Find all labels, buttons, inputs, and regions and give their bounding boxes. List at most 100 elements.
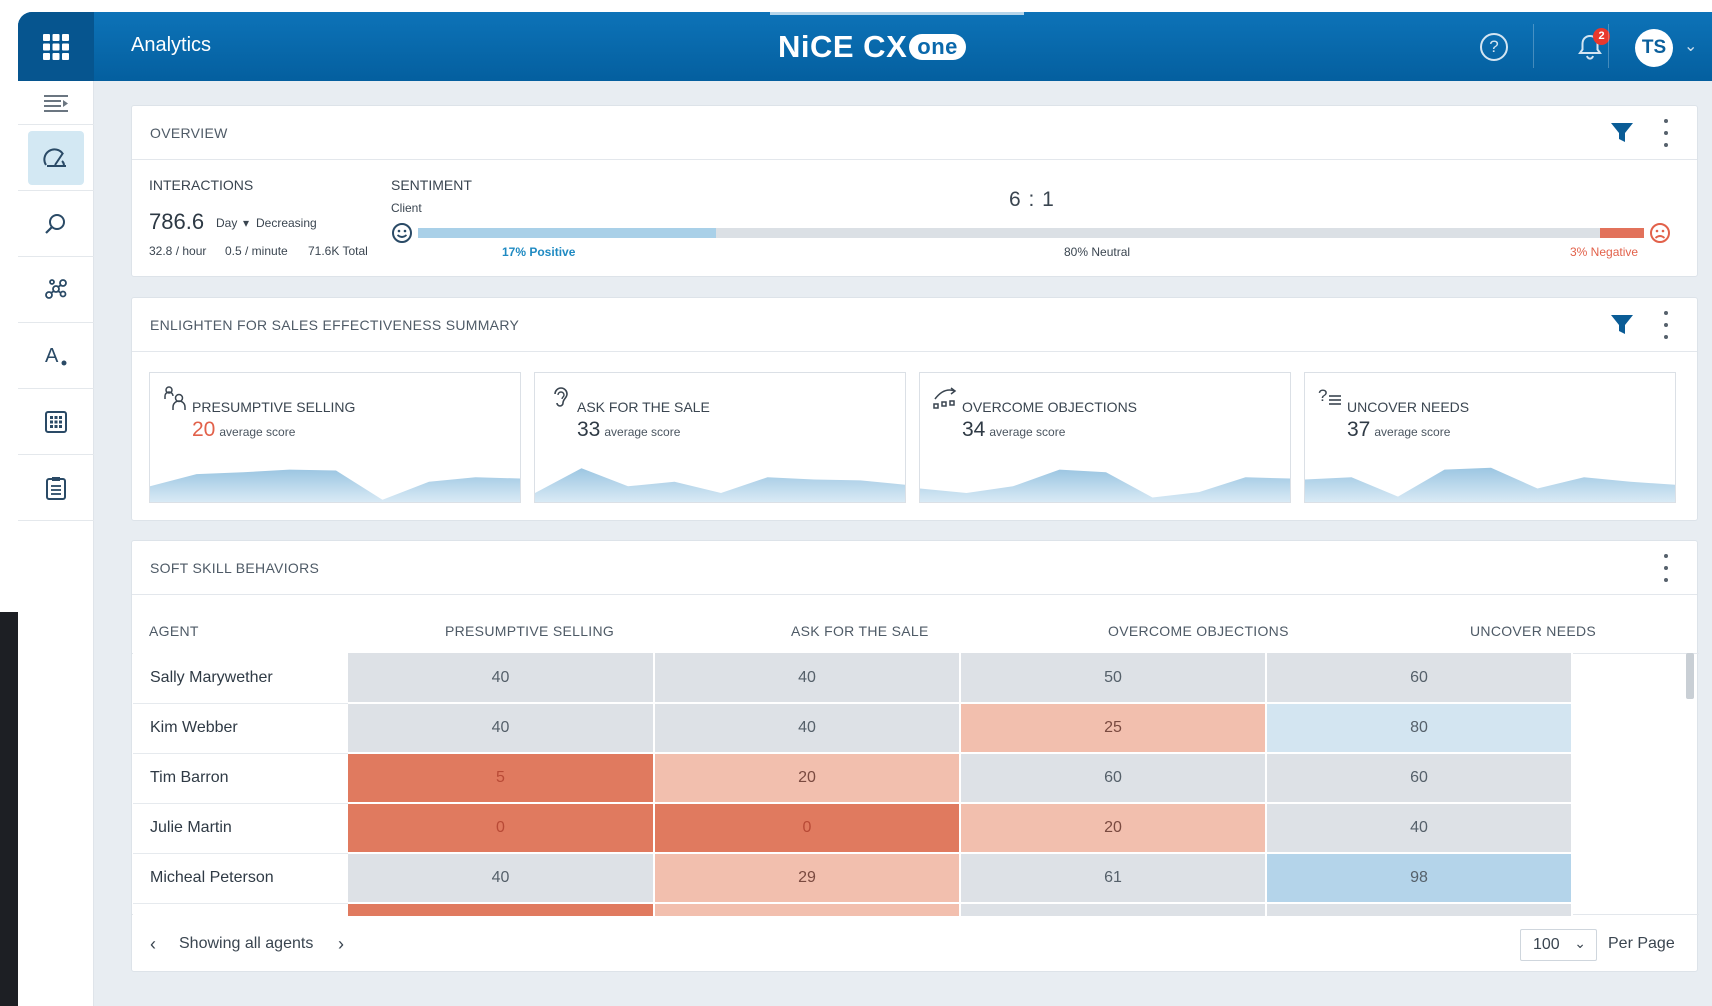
interactions-per-minute: 0.5 / minute: [225, 244, 288, 258]
skill-score: 37 average score: [1347, 418, 1451, 441]
text-settings-icon: A: [45, 345, 67, 367]
sentiment-neutral-label: 80% Neutral: [1064, 245, 1131, 259]
table-viewport: Sally Marywether 40 40 50 60 Kim Webber …: [133, 653, 1684, 916]
column-header-presumptive-selling[interactable]: PRESUMPTIVE SELLING: [445, 623, 614, 639]
brand-accent-line: [770, 12, 1024, 15]
per-page-value: 100: [1533, 936, 1560, 953]
score-cell: 60: [1266, 653, 1573, 704]
score-cell: 60: [960, 753, 1267, 804]
skill-card-uncover-needs[interactable]: ? UNCOVER NEEDS 37 average score: [1304, 372, 1676, 503]
score-cell: 20: [654, 753, 961, 804]
more-options-icon[interactable]: [1662, 554, 1670, 582]
collapse-menu-icon: [44, 94, 68, 112]
sad-face-icon: [1650, 223, 1670, 243]
table-row[interactable]: Sally Marywether 40 40 50 60: [133, 653, 1573, 704]
sidebar-item-search[interactable]: [18, 191, 94, 257]
filter-icon[interactable]: [1610, 314, 1634, 336]
table-scrollbar[interactable]: [1686, 653, 1694, 699]
more-options-icon[interactable]: [1662, 311, 1670, 339]
agent-name: Sally Marywether: [133, 653, 348, 704]
sentiment-negative-segment: [1599, 228, 1644, 238]
sentiment-subject: Client: [391, 201, 422, 215]
table-row[interactable]: Micheal Peterson 40 29 61 98: [133, 853, 1573, 904]
skill-score: 34 average score: [962, 418, 1066, 441]
help-icon[interactable]: ?: [1480, 33, 1508, 61]
chevron-down-icon: ⌄: [1574, 935, 1586, 951]
skill-title: UNCOVER NEEDS: [1347, 399, 1470, 415]
chevron-down-icon[interactable]: ⌄: [1684, 36, 1697, 56]
score-cell: 98: [1266, 853, 1573, 904]
question-list-icon: ?: [1318, 386, 1341, 405]
skill-sparkline: [535, 468, 905, 502]
score-cell: 40: [348, 653, 655, 704]
score-cell: 25: [960, 703, 1267, 754]
per-page-select[interactable]: 100 ⌄: [1520, 929, 1597, 961]
interactions-value: 786.6: [149, 209, 205, 234]
interactions-label: INTERACTIONS: [149, 177, 254, 193]
sentiment-positive-segment: [418, 228, 717, 238]
skill-card-presumptive-selling[interactable]: PRESUMPTIVE SELLING 20 average score: [149, 372, 521, 503]
skill-sparkline: [150, 469, 520, 502]
skill-title: PRESUMPTIVE SELLING: [192, 399, 356, 415]
per-page-label: Per Page: [1608, 935, 1675, 952]
sidebar: A: [18, 81, 94, 1006]
column-header-uncover-needs[interactable]: UNCOVER NEEDS: [1470, 623, 1596, 639]
sidebar-item-reports[interactable]: [18, 455, 94, 521]
brand-logo: NiCE CX one: [778, 29, 966, 65]
svg-text:A: A: [45, 345, 59, 367]
score-cell: 29: [654, 853, 961, 904]
chevron-left-icon[interactable]: ‹: [150, 934, 156, 955]
agent-name: Julie Martin: [133, 803, 348, 854]
card-title: OVERVIEW: [132, 106, 1697, 160]
column-header-agent[interactable]: AGENT: [149, 623, 199, 639]
column-header-overcome-objections[interactable]: OVERCOME OBJECTIONS: [1108, 623, 1289, 639]
column-header-ask-for-the-sale[interactable]: ASK FOR THE SALE: [791, 623, 929, 639]
skill-sparkline: [1305, 467, 1675, 502]
calculator-grid-icon: [45, 410, 67, 433]
sentiment-bar: [418, 228, 1644, 238]
table-row[interactable]: [133, 903, 1573, 916]
search-icon: [45, 213, 65, 234]
score-cell: 40: [654, 703, 961, 754]
more-options-icon[interactable]: [1662, 119, 1670, 147]
sidebar-item-network[interactable]: [18, 257, 94, 323]
skill-score: 33 average score: [577, 418, 681, 441]
happy-face-icon: [392, 223, 412, 243]
interactions-total: 71.6K Total: [308, 244, 368, 258]
card-title: SOFT SKILL BEHAVIORS: [132, 541, 1697, 595]
trend-down-icon: ▾: [243, 216, 250, 230]
topbar-divider: [1533, 24, 1534, 68]
score-cell: 80: [1266, 703, 1573, 754]
table-row[interactable]: Kim Webber 40 40 25 80: [133, 703, 1573, 754]
score-cell: 40: [348, 703, 655, 754]
objections-arrow-icon: [933, 387, 957, 409]
agent-name: Tim Barron: [133, 753, 348, 804]
score-cell: 60: [1266, 753, 1573, 804]
user-avatar[interactable]: TS: [1635, 29, 1673, 67]
network-nodes-icon: [45, 278, 67, 299]
sidebar-item-calculator[interactable]: [18, 389, 94, 455]
app-launcher-button[interactable]: [18, 12, 94, 81]
filter-icon[interactable]: [1610, 122, 1634, 144]
sidebar-item-dashboard[interactable]: [18, 125, 94, 191]
score-cell: [1266, 903, 1573, 916]
agent-name: Micheal Peterson: [133, 853, 348, 904]
app-title: Analytics: [131, 34, 212, 56]
brand-text: NiCE CX: [778, 29, 908, 64]
card-title: ENLIGHTEN FOR SALES EFFECTIVENESS SUMMAR…: [132, 298, 1697, 352]
pagination-status: Showing all agents: [179, 935, 314, 952]
score-cell: 40: [1266, 803, 1573, 854]
soft-skills-table: Sally Marywether 40 40 50 60 Kim Webber …: [133, 653, 1573, 916]
sentiment-negative-label: 3% Negative: [1570, 245, 1639, 259]
table-row[interactable]: Tim Barron 5 20 60 60: [133, 753, 1573, 804]
collapse-menu-button[interactable]: [18, 81, 94, 125]
sidebar-item-text-settings[interactable]: A: [18, 323, 94, 389]
apps-grid-icon: [43, 33, 69, 60]
skill-card-overcome-objections[interactable]: OVERCOME OBJECTIONS 34 average score: [919, 372, 1291, 503]
sentiment-label: SENTIMENT: [391, 177, 472, 193]
interactions-period: Day: [216, 216, 238, 230]
skill-card-ask-for-the-sale[interactable]: ASK FOR THE SALE 33 average score: [534, 372, 906, 503]
score-cell: 20: [960, 803, 1267, 854]
chevron-right-icon[interactable]: ›: [338, 934, 344, 955]
table-row[interactable]: Julie Martin 0 0 20 40: [133, 803, 1573, 854]
